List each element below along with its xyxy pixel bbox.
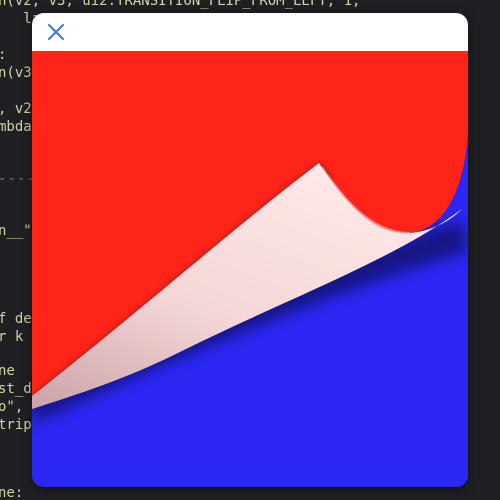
page-curl-graphic xyxy=(32,51,468,487)
code-line: mbda xyxy=(0,119,32,135)
code-line: n(v2, v3, ui2.TRANSITION_FLIP_FROM_LEFT,… xyxy=(0,0,361,9)
code-line: : xyxy=(0,46,6,64)
code-line: r k xyxy=(0,329,24,345)
code-line: n(v3 xyxy=(0,65,32,81)
code-line: ne: xyxy=(0,485,24,500)
code-line: st_d xyxy=(0,381,32,397)
code-line: ---- xyxy=(0,171,36,187)
transition-modal-sheet xyxy=(32,13,468,487)
code-line: f de xyxy=(0,311,32,327)
code-line: ne xyxy=(0,363,15,379)
code-line: , v2 xyxy=(0,101,32,117)
code-line: o", xyxy=(0,399,24,415)
code-line: trip xyxy=(0,417,32,433)
close-button[interactable] xyxy=(44,21,68,43)
modal-header xyxy=(32,13,468,51)
code-line: n__" xyxy=(0,223,32,239)
close-x-icon xyxy=(48,24,64,40)
page-curl-transition xyxy=(32,51,468,487)
